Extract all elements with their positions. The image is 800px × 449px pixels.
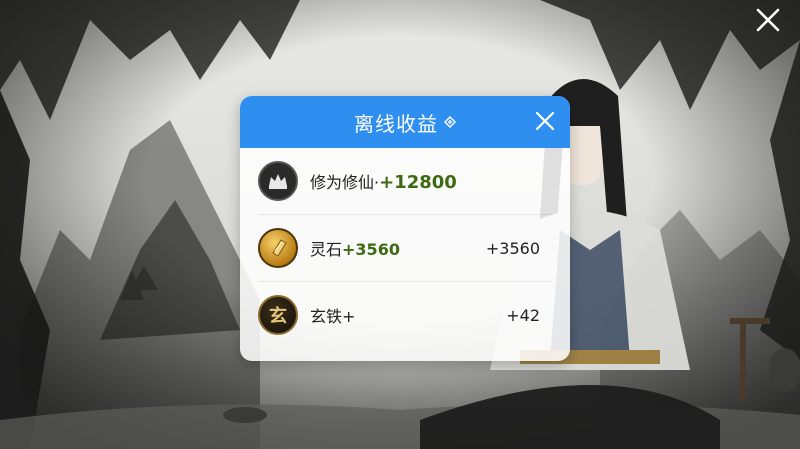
spirit-stone-icon [258,228,298,268]
reward-gain: +3560 [342,240,400,259]
offline-earnings-panel: 离线收益 修为修仙·+12800 灵石+3560 +3560 玄 玄铁+ +42 [240,96,570,361]
panel-header: 离线收益 [240,96,570,148]
screen-close-button[interactable] [754,6,782,34]
panel-close-button[interactable] [534,110,556,132]
reward-row-cultivation: 修为修仙·+12800 [258,148,552,215]
reward-gain: +12800 [379,172,457,193]
reward-row-spirit-stone: 灵石+3560 +3560 [258,215,552,282]
diamond-icon [444,116,456,128]
close-icon [756,8,780,32]
reward-name: 灵石+3560 [310,240,400,259]
panel-title: 离线收益 [354,111,438,136]
reward-row-black-iron: 玄 玄铁+ +42 [258,282,552,348]
reward-amount: +3560 [485,238,540,258]
close-icon [535,111,555,131]
black-iron-icon: 玄 [258,295,298,335]
reward-name: 修为修仙·+12800 [310,172,457,193]
crown-icon [258,161,298,201]
reward-amount: +42 [506,305,540,325]
reward-list: 修为修仙·+12800 灵石+3560 +3560 玄 玄铁+ +42 [240,148,570,348]
reward-name: 玄铁+ [310,307,356,326]
